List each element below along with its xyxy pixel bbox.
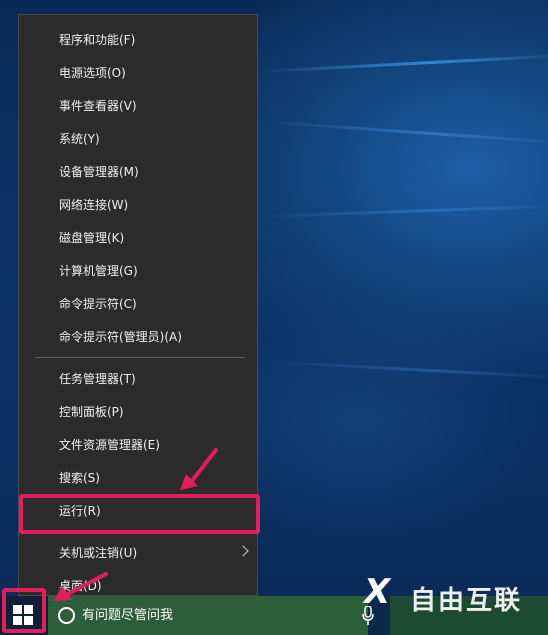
menu-item-event-viewer[interactable]: 事件查看器(V) (19, 90, 257, 123)
watermark-logo-icon: X (364, 572, 391, 612)
menu-item-command-prompt[interactable]: 命令提示符(C) (19, 288, 257, 321)
pointer-arrow-icon (180, 448, 218, 490)
menu-separator (35, 357, 245, 358)
menu-item-power-options[interactable]: 电源选项(O) (19, 57, 257, 90)
wallpaper-light-beam (259, 360, 548, 379)
menu-item-computer-management[interactable]: 计算机管理(G) (19, 255, 257, 288)
menu-item-system[interactable]: 系统(Y) (19, 123, 257, 156)
wallpaper-light-beam (259, 204, 548, 218)
watermark-text: 自由互联 (410, 586, 523, 616)
pointer-arrow-icon (54, 572, 108, 601)
menu-item-label: 关机或注销(U) (59, 546, 138, 560)
wallpaper-light-beam (259, 120, 548, 144)
menu-item-task-manager[interactable]: 任务管理器(T) (19, 363, 257, 396)
start-highlight-box (2, 588, 46, 633)
menu-item-file-explorer[interactable]: 文件资源管理器(E) (19, 429, 257, 462)
menu-item-network-connections[interactable]: 网络连接(W) (19, 189, 257, 222)
menu-item-command-prompt-admin[interactable]: 命令提示符(管理员)(A) (19, 321, 257, 354)
menu-item-programs-features[interactable]: 程序和功能(F) (19, 24, 257, 57)
menu-item-disk-management[interactable]: 磁盘管理(K) (19, 222, 257, 255)
menu-item-shutdown-signout[interactable]: 关机或注销(U) (19, 537, 257, 570)
run-highlight-box (19, 494, 260, 534)
menu-item-control-panel[interactable]: 控制面板(P) (19, 396, 257, 429)
menu-item-device-manager[interactable]: 设备管理器(M) (19, 156, 257, 189)
wallpaper-light-beam (259, 54, 548, 73)
cortana-circle-icon (58, 607, 75, 624)
menu-item-search[interactable]: 搜索(S) (19, 462, 257, 495)
chevron-right-icon (237, 545, 249, 557)
